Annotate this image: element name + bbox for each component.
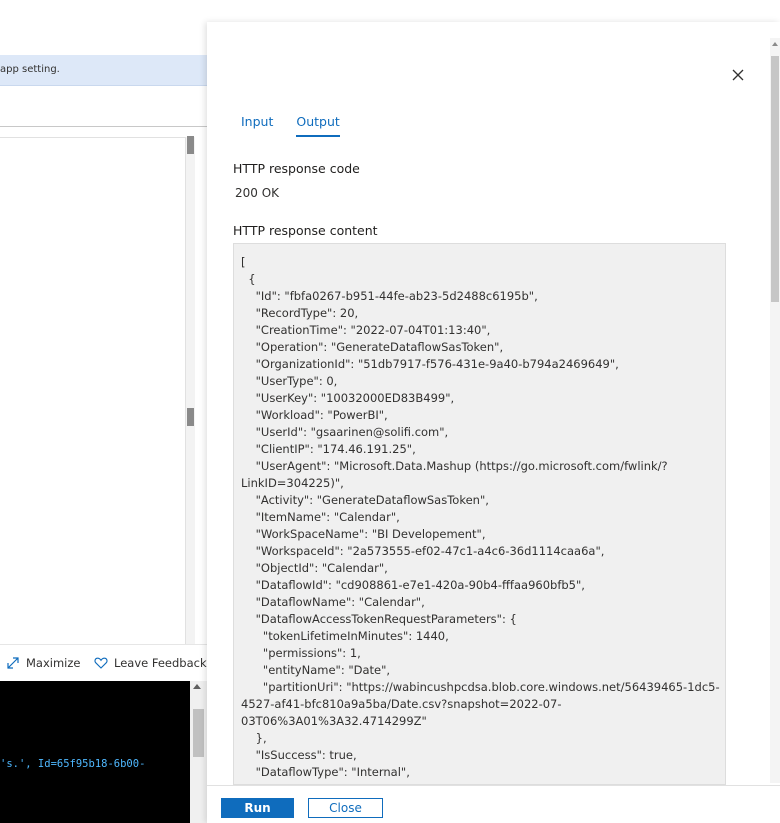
response-line: "CreationTime": "2022-07-04T01:13:40", (241, 323, 491, 337)
response-line: "DataflowId": "cd908861-e7e1-420a-90b4-f… (241, 578, 585, 592)
code-editor[interactable] (0, 126, 207, 645)
response-line: "Activity": "GenerateDataflowSasToken", (241, 493, 489, 507)
response-line: "Id": "fbfa0267-b951-44fe-ab23-5d2488c61… (241, 289, 538, 303)
response-line: "permissions": 1, (241, 646, 361, 660)
response-line: "UserType": 0, (241, 374, 338, 388)
response-line: "Workload": "PowerBI", (241, 408, 388, 422)
info-banner: app setting. (0, 55, 207, 86)
info-banner-text: app setting. (0, 64, 60, 75)
response-code-label: HTTP response code (233, 161, 360, 176)
response-line: "WorkspaceId": "2a573555-ef02-47c1-a4c6-… (241, 544, 605, 558)
console-log-line: 's.', Id=65f95b18-6b00- (0, 758, 146, 770)
response-line: "UserId": "gsaarinen@solifi.com", (241, 425, 449, 439)
code-editor-area[interactable] (0, 137, 186, 645)
response-code-value: 200 OK (235, 186, 280, 200)
response-line: "ItemName": "Calendar", (241, 510, 400, 524)
response-line: LinkID=304225)", (241, 476, 344, 490)
leave-feedback-button[interactable]: Leave Feedback (94, 656, 207, 670)
panel-footer: Run Close (207, 785, 780, 823)
run-button[interactable]: Run (221, 798, 294, 818)
response-line: 4527-af41-bfc810a9a5ba/Date.csv?snapshot… (241, 697, 562, 711)
response-line: { (241, 272, 256, 286)
panel-scroll-up-arrow[interactable] (772, 42, 778, 46)
console-scroll-up-arrow[interactable] (193, 684, 201, 689)
response-line: "tokenLifetimeInMinutes": 1440, (241, 629, 449, 643)
response-line: }, (241, 731, 267, 745)
maximize-button[interactable]: Maximize (6, 656, 80, 670)
background-app: app setting. Maximize Leave Feedback 's.… (0, 0, 207, 823)
editor-scrollbar-marker-mid[interactable] (187, 408, 194, 426)
response-content-box[interactable]: [ { "Id": "fbfa0267-b951-44fe-ab23-5d248… (233, 243, 726, 785)
response-line: "DataflowAccessTokenRequestParameters": … (241, 612, 517, 626)
tab-output[interactable]: Output (296, 114, 340, 137)
leave-feedback-label: Leave Feedback (114, 656, 207, 670)
panel-tabs: Input Output (241, 114, 363, 137)
log-console[interactable]: 's.', Id=65f95b18-6b00- (0, 681, 207, 823)
response-line: "DataflowType": "Internal", (241, 765, 410, 779)
test-run-panel: Input Output HTTP response code 200 OK H… (207, 22, 780, 823)
response-line: "WorkSpaceName": "BI Developement", (241, 527, 486, 541)
maximize-label: Maximize (26, 656, 81, 670)
close-icon[interactable] (731, 68, 745, 82)
expand-icon (7, 657, 19, 669)
response-line: [ (241, 255, 246, 269)
response-line: "ObjectId": "Calendar", (241, 561, 388, 575)
response-line: "UserAgent": "Microsoft.Data.Mashup (htt… (241, 459, 668, 473)
tab-input[interactable]: Input (241, 114, 273, 137)
response-line: "IsSuccess": true, (241, 748, 357, 762)
response-line: 03T06%3A01%3A32.4714299Z" (241, 714, 427, 728)
response-line: "RecordType": 20, (241, 306, 359, 320)
response-line: "entityName": "Date", (241, 663, 391, 677)
response-line: "DataflowName": "Calendar", (241, 595, 425, 609)
code-editor-scrollbar[interactable] (186, 137, 195, 645)
heart-icon (94, 657, 108, 669)
top-blank-area (0, 0, 207, 22)
close-button[interactable]: Close (308, 798, 383, 818)
console-scroll-thumb[interactable] (193, 709, 204, 757)
response-line: "UserKey": "10032000ED83B499", (241, 391, 455, 405)
response-line: "partitionUri": "https://wabincushpcdsa.… (241, 680, 720, 694)
response-content-label: HTTP response content (233, 223, 378, 238)
response-line: "OrganizationId": "51db7917-f576-431e-9a… (241, 357, 619, 371)
console-toolbar: Maximize Leave Feedback (0, 644, 207, 681)
editor-scrollbar-marker-top[interactable] (187, 136, 194, 154)
panel-scroll-thumb[interactable] (771, 56, 779, 302)
response-line: "ClientIP": "174.46.191.25", (241, 442, 416, 456)
response-line: "Operation": "GenerateDataflowSasToken", (241, 340, 504, 354)
